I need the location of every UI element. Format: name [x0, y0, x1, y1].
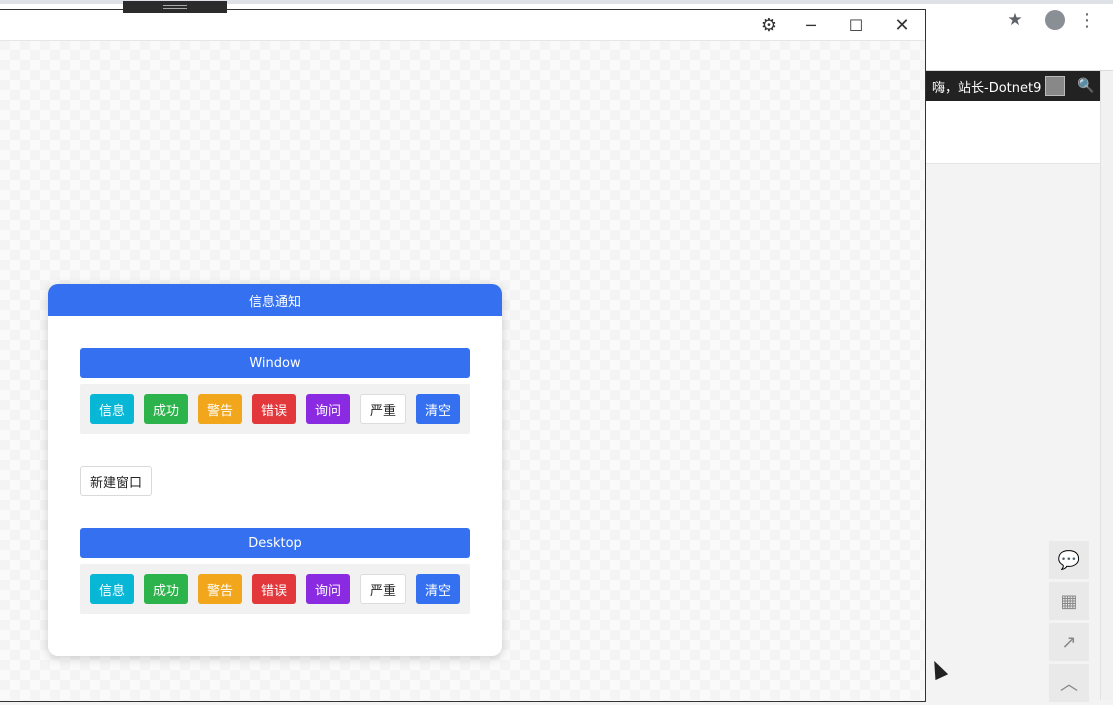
- drag-handle[interactable]: [123, 1, 227, 13]
- browser-menu-icon[interactable]: ⋮: [1075, 8, 1099, 32]
- window-error-button[interactable]: 错误: [252, 394, 296, 424]
- search-icon[interactable]: 🔍: [1077, 78, 1094, 94]
- close-button[interactable]: ✕: [888, 13, 916, 37]
- desktop-error-button[interactable]: 错误: [252, 574, 296, 604]
- comment-icon[interactable]: 💬: [1049, 541, 1089, 579]
- window-button-row: 信息 成功 警告 错误 询问 严重 清空: [80, 384, 470, 434]
- desktop-ask-button[interactable]: 询问: [306, 574, 350, 604]
- side-tools: 💬 ▦ ↗ ︿: [1049, 541, 1089, 705]
- grip-icon: [163, 5, 187, 9]
- desktop-warning-button[interactable]: 警告: [198, 574, 242, 604]
- window-info-button[interactable]: 信息: [90, 394, 134, 424]
- window-section-title: Window: [80, 348, 470, 378]
- site-header: 嗨，站长-Dotnet9 🔍: [926, 71, 1100, 101]
- panel-title: 信息通知: [48, 284, 502, 316]
- maximize-button[interactable]: ☐: [842, 13, 870, 37]
- window-warning-button[interactable]: 警告: [198, 394, 242, 424]
- desktop-section-title: Desktop: [80, 528, 470, 558]
- window-titlebar[interactable]: ⚙ ─ ☐ ✕: [0, 1, 925, 41]
- site-content-area: [926, 101, 1100, 164]
- window-clear-button[interactable]: 清空: [416, 394, 460, 424]
- share-icon[interactable]: ↗: [1049, 623, 1089, 661]
- desktop-success-button[interactable]: 成功: [144, 574, 188, 604]
- desktop-severe-button[interactable]: 严重: [360, 574, 406, 604]
- bookmark-star-icon[interactable]: ★: [1003, 8, 1027, 32]
- new-window-button[interactable]: 新建窗口: [80, 466, 152, 496]
- desktop-info-button[interactable]: 信息: [90, 574, 134, 604]
- desktop-clear-button[interactable]: 清空: [416, 574, 460, 604]
- settings-icon[interactable]: ⚙: [755, 13, 783, 37]
- browser-icons: ★ ⋮: [993, 8, 1113, 32]
- notification-panel: 信息通知 Window 信息 成功 警告 错误 询问 严重 清空 新建窗口 De…: [48, 284, 502, 656]
- window-success-button[interactable]: 成功: [144, 394, 188, 424]
- window-ask-button[interactable]: 询问: [306, 394, 350, 424]
- browser-scrollbar[interactable]: [1100, 71, 1113, 700]
- site-greeting[interactable]: 嗨，站长-Dotnet9: [932, 77, 1041, 96]
- desktop-button-row: 信息 成功 警告 错误 询问 严重 清空: [80, 564, 470, 614]
- back-to-top-icon[interactable]: ︿: [1049, 664, 1089, 702]
- avatar[interactable]: [1045, 76, 1066, 96]
- minimize-button[interactable]: ─: [797, 13, 825, 37]
- mouse-cursor-icon: [927, 657, 949, 681]
- window-severe-button[interactable]: 严重: [360, 394, 406, 424]
- qrcode-icon[interactable]: ▦: [1049, 582, 1089, 620]
- extension-icon[interactable]: [1043, 8, 1067, 32]
